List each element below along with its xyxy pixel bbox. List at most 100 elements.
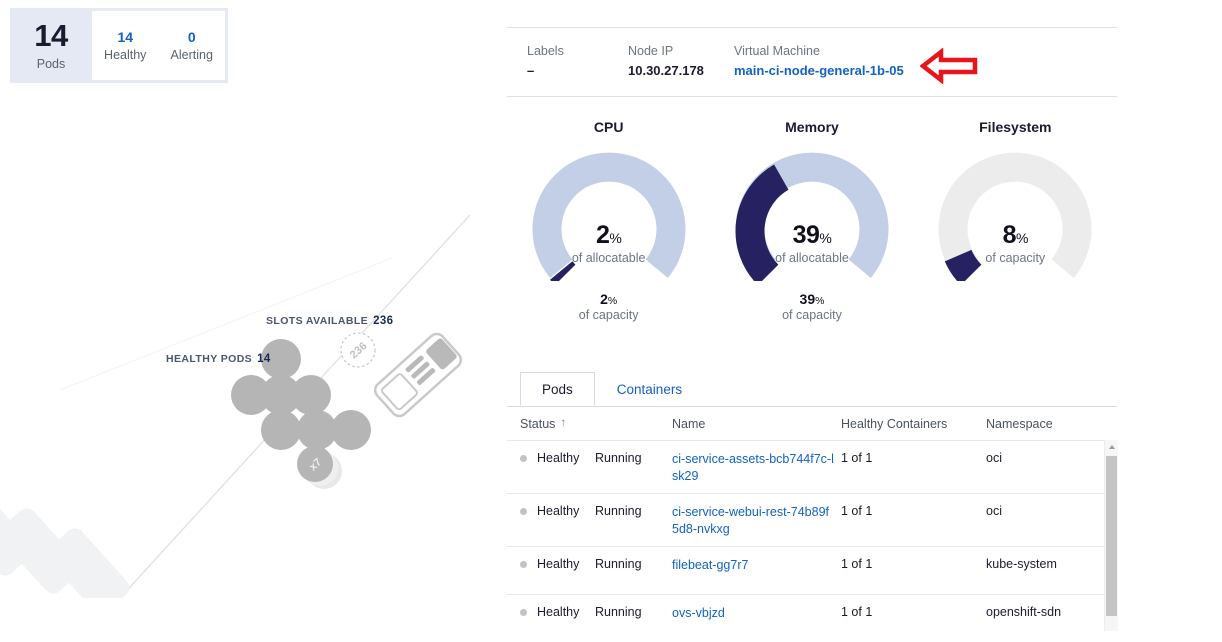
virtual-machine-link[interactable]: main-ci-node-general-1b-05 <box>734 61 904 81</box>
scrollbar-thumb[interactable] <box>1106 456 1117 616</box>
node-labels-key: Labels <box>527 44 564 58</box>
pods-total-label: Pods <box>36 56 66 71</box>
annotation-arrow <box>919 47 978 89</box>
cell-healthy-containers: 1 of 1 <box>841 504 873 518</box>
scroll-up-arrow-icon[interactable] <box>1105 440 1118 453</box>
cell-health: Healthy <box>537 557 580 571</box>
gauge-memory: Memory 39% of allocatable 39% of capacit… <box>710 119 913 322</box>
node-labels-field: Labels – <box>527 42 628 81</box>
cell-namespace: oci <box>986 504 1002 518</box>
cell-status: Healthy Running <box>520 451 672 465</box>
cell-status: Healthy Running <box>520 504 672 518</box>
healthy-pods-label: HEALTHY PODS 14 <box>166 353 271 365</box>
cell-state: Running <box>595 557 642 571</box>
node-ip-value: 10.30.27.178 <box>628 62 704 78</box>
gauge-cpu-secondary-value: 2 <box>600 290 608 307</box>
node-ip-key: Node IP <box>628 44 674 58</box>
gauge-memory-secondary-unit: % <box>815 294 825 307</box>
pod-link[interactable]: filebeat-gg7r7 <box>672 557 835 574</box>
pod-link[interactable]: ovs-vbjzd <box>672 605 835 622</box>
column-header-name[interactable]: Name <box>672 417 841 431</box>
cell-name: ci-service-assets-bcb744f7c-lsk29 <box>672 451 841 484</box>
node-ip-field: Node IP 10.30.27.178 <box>628 42 734 81</box>
table-row[interactable]: Healthy Running ovs-vbjzd 1 of 1 openshi… <box>507 594 1117 642</box>
gauge-memory-caption: of allocatable <box>775 250 849 265</box>
gauge-cpu-secondary-caption: of capacity <box>578 307 639 322</box>
gauge-filesystem-center: 8% of capacity <box>925 221 1105 265</box>
status-dot-icon <box>520 561 527 568</box>
cell-status: Healthy Running <box>520 557 672 571</box>
pods-stats: 14 Healthy 0 Alerting <box>92 11 225 80</box>
tab-pods[interactable]: Pods <box>520 372 595 405</box>
gauge-filesystem-unit: % <box>1016 229 1028 246</box>
gauge-filesystem-value: 8 <box>1002 220 1017 249</box>
node-labels-value: – <box>527 62 535 78</box>
node-info-strip: Labels – Node IP 10.30.27.178 Virtual Ma… <box>507 28 1117 96</box>
cell-namespace: openshift-sdn <box>986 605 1062 619</box>
table-row[interactable]: Healthy Running ci-service-assets-bcb744… <box>507 440 1117 493</box>
pods-alerting-value: 0 <box>187 28 196 45</box>
column-header-namespace[interactable]: Namespace <box>986 417 1106 431</box>
gauge-cpu-secondary: 2% of capacity <box>579 291 639 322</box>
gauge-cpu: CPU 2% of allocatable 2% of capacity <box>507 119 710 322</box>
cell-name: ovs-vbjzd <box>672 605 841 622</box>
gauge-cpu-fill <box>549 261 576 281</box>
left-arrow-icon <box>919 47 978 85</box>
pod-link[interactable]: ci-service-assets-bcb744f7c-lsk29 <box>672 451 835 484</box>
gauge-cpu-title: CPU <box>593 118 624 135</box>
cell-health: Healthy <box>537 451 580 465</box>
table-body: Healthy Running ci-service-assets-bcb744… <box>507 440 1118 642</box>
pods-total-count: 14 <box>34 18 68 54</box>
background-decoration-shapes <box>0 490 129 598</box>
gauge-cpu-value: 2 <box>595 220 610 249</box>
cell-namespace: oci <box>986 451 1002 465</box>
cell-name: ci-service-webui-rest-74b89f5d8-nvkxg <box>672 504 841 537</box>
gauge-filesystem-title: Filesystem <box>979 118 1052 135</box>
table-row[interactable]: Healthy Running ci-service-webui-rest-74… <box>507 493 1117 546</box>
cell-healthy-containers: 1 of 1 <box>841 605 873 619</box>
gauge-memory-unit: % <box>819 229 832 246</box>
cell-state: Running <box>595 605 642 619</box>
pods-table: Status ↑ Name Healthy Containers Namespa… <box>507 407 1118 642</box>
pods-alerting-stat[interactable]: 0 Alerting <box>171 29 213 63</box>
node-topology-graphic: 236 x7 SLOTS AVAILABLE 236 HEALTHY PODS … <box>0 90 500 598</box>
cell-state: Running <box>595 504 642 518</box>
gauge-filesystem-caption: of capacity <box>985 250 1046 265</box>
gauge-memory-value: 39 <box>792 220 820 249</box>
pod-link[interactable]: ci-service-webui-rest-74b89f5d8-nvkxg <box>672 504 835 537</box>
virtual-machine-field: Virtual Machine main-ci-node-general-1b-… <box>734 42 904 81</box>
node-detail-panel: Labels – Node IP 10.30.27.178 Virtual Ma… <box>507 0 1118 631</box>
slots-available-bubble: 236 <box>340 332 376 368</box>
cell-name: filebeat-gg7r7 <box>672 557 841 574</box>
pods-containers-tabs: Pods Containers <box>520 371 704 405</box>
gauge-memory-center: 39% of allocatable <box>722 221 902 265</box>
table-scrollbar[interactable] <box>1104 440 1118 631</box>
column-header-status[interactable]: Status ↑ <box>520 417 672 431</box>
gauge-filesystem: Filesystem 8% of capacity <box>914 119 1117 322</box>
column-header-healthy-containers[interactable]: Healthy Containers <box>841 417 986 431</box>
gauge-cpu-center: 2% of allocatable <box>519 221 699 265</box>
topology-canvas: 236 x7 <box>0 214 471 598</box>
tab-containers[interactable]: Containers <box>595 372 704 405</box>
gauge-cpu-secondary-unit: % <box>607 294 618 307</box>
cell-health: Healthy <box>537 504 580 518</box>
divider-bottom <box>507 95 1117 97</box>
pods-alerting-label: Alerting <box>170 48 213 63</box>
pods-healthy-stat[interactable]: 14 Healthy <box>104 29 146 63</box>
gauge-memory-secondary: 39% of capacity <box>782 291 842 322</box>
pods-summary-card[interactable]: 14 Pods 14 Healthy 0 Alerting <box>10 8 228 83</box>
resource-gauges: CPU 2% of allocatable 2% of capacity Mem… <box>507 119 1117 322</box>
status-dot-icon <box>520 508 527 515</box>
table-row[interactable]: Healthy Running filebeat-gg7r7 1 of 1 ku… <box>507 546 1117 594</box>
gauge-memory-secondary-value: 39 <box>799 290 816 307</box>
cell-healthy-containers: 1 of 1 <box>841 451 873 465</box>
gauge-cpu-caption: of allocatable <box>571 250 646 265</box>
status-dot-icon <box>520 455 527 462</box>
cell-healthy-containers: 1 of 1 <box>841 557 873 571</box>
gauge-memory-title: Memory <box>785 118 839 135</box>
cell-status: Healthy Running <box>520 605 672 619</box>
table-header-row: Status ↑ Name Healthy Containers Namespa… <box>507 407 1117 440</box>
cell-namespace: kube-system <box>986 557 1057 571</box>
virtual-machine-key: Virtual Machine <box>734 44 820 58</box>
cell-health: Healthy <box>537 605 580 619</box>
